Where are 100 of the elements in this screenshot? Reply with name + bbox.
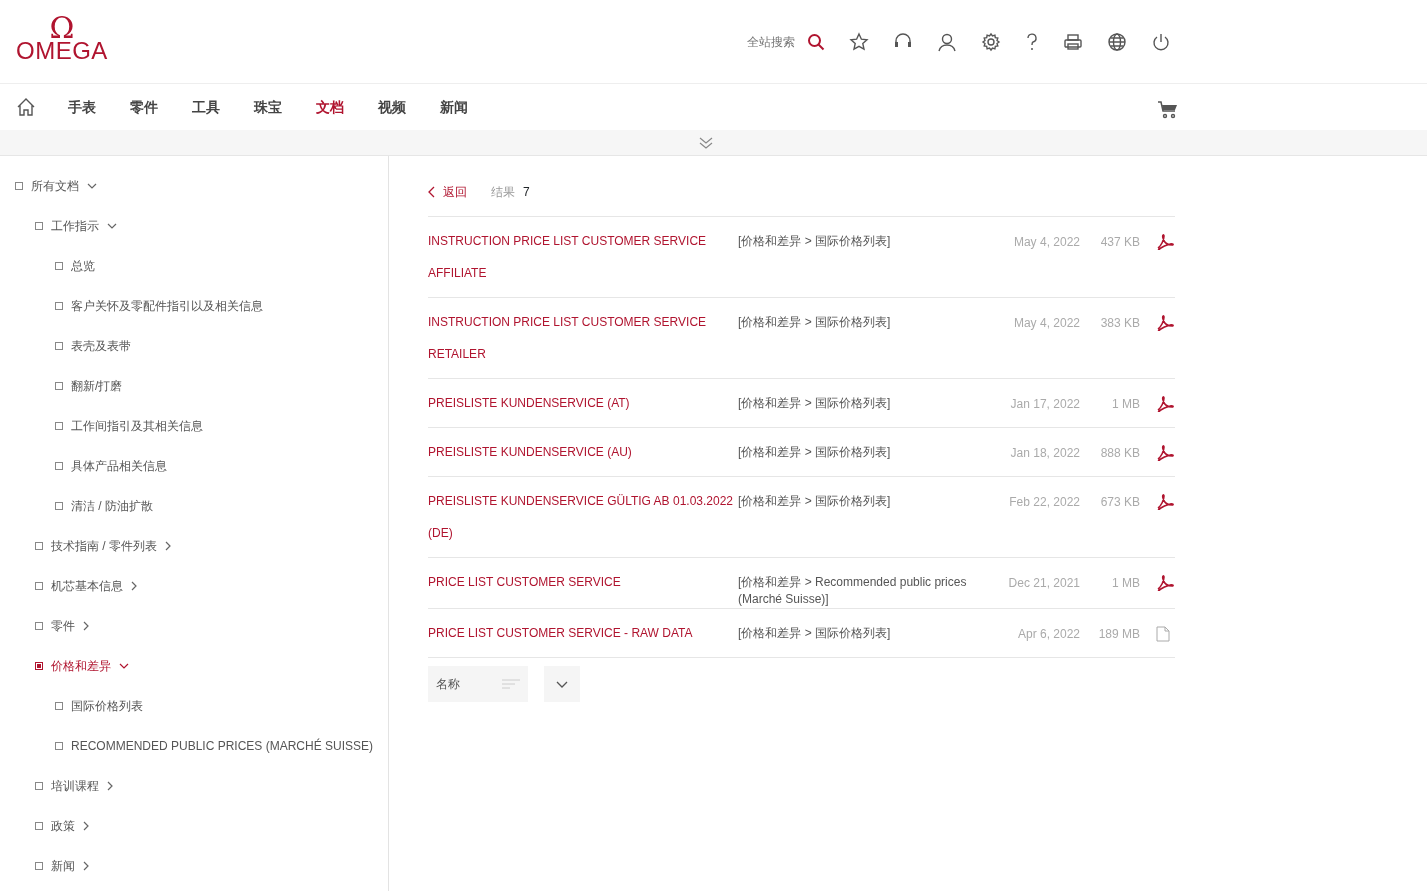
power-icon[interactable] — [1151, 31, 1171, 52]
document-link[interactable]: PREISLISTE KUNDENSERVICE GÜLTIG AB 01.03.2022 (DE) — [428, 485, 738, 549]
nav-tab[interactable]: 零件 — [130, 96, 158, 118]
cart-icon[interactable] — [1157, 100, 1179, 120]
document-size: 673 KB — [1099, 494, 1140, 511]
tree-item[interactable]: RECOMMENDED PUBLIC PRICES (MARCHÉ SUISSE) — [71, 737, 374, 755]
document-size: 1 MB — [1111, 575, 1140, 592]
chevron-right-icon[interactable] — [83, 821, 89, 831]
checkbox[interactable] — [15, 182, 23, 190]
checkbox[interactable] — [55, 342, 63, 350]
chevron-right-icon[interactable] — [131, 581, 137, 591]
help-icon[interactable] — [1025, 31, 1039, 52]
results-count: 7 — [523, 184, 530, 201]
document-size: 1 MB — [1111, 396, 1140, 413]
document-link[interactable]: INSTRUCTION PRICE LIST CUSTOMER SERVICE RETAILER — [428, 306, 738, 370]
chevron-down-icon[interactable] — [107, 223, 117, 229]
home-icon[interactable] — [16, 97, 36, 117]
globe-icon[interactable] — [1107, 31, 1127, 52]
back-link[interactable]: 返回 — [428, 183, 467, 201]
nav-tab[interactable]: 视频 — [378, 96, 406, 118]
checkbox[interactable] — [55, 302, 63, 310]
tree-item[interactable]: 技术指南 / 零件列表 — [51, 537, 157, 555]
document-size: 189 MB — [1097, 626, 1140, 643]
user-icon[interactable] — [937, 31, 957, 52]
tree-item[interactable]: 零件 — [51, 617, 75, 635]
settings-icon[interactable] — [981, 31, 1001, 52]
pdf-icon[interactable] — [1156, 314, 1174, 331]
tree-item[interactable]: 国际价格列表 — [71, 697, 143, 715]
tree-item[interactable]: 清洁 / 防油扩散 — [71, 497, 153, 515]
document-date: May 4, 2022 — [1012, 315, 1080, 332]
document-link[interactable]: PRICE LIST CUSTOMER SERVICE - RAW DATA — [428, 617, 738, 649]
tree-item[interactable]: 新闻 — [51, 857, 75, 875]
checkbox[interactable] — [35, 782, 43, 790]
checkbox[interactable] — [35, 542, 43, 550]
chevron-right-icon[interactable] — [165, 541, 171, 551]
document-category: [价格和差异 > Recommended public prices (Marché Suisse)] — [738, 574, 968, 608]
tree-item[interactable]: 表壳及表带 — [71, 337, 131, 355]
document-category: [价格和差异 > 国际价格列表] — [738, 625, 892, 642]
nav-tab[interactable]: 手表 — [68, 96, 96, 118]
checkbox[interactable] — [55, 382, 63, 390]
checkbox[interactable] — [55, 462, 63, 470]
tree-item[interactable]: 客户关怀及零配件指引以及相关信息 — [71, 297, 263, 315]
document-date: Feb 22, 2022 — [1008, 494, 1080, 511]
checkbox[interactable] — [55, 502, 63, 510]
chevron-down-icon[interactable] — [87, 183, 97, 189]
chevron-right-icon[interactable] — [83, 621, 89, 631]
star-icon[interactable] — [849, 31, 869, 52]
chevron-right-icon[interactable] — [107, 781, 113, 791]
document-date: Dec 21, 2021 — [1007, 575, 1080, 592]
checkbox[interactable] — [55, 262, 63, 270]
tree-item[interactable]: 所有文档 — [31, 177, 79, 195]
pdf-icon[interactable] — [1156, 444, 1174, 461]
tree-item[interactable]: 总览 — [71, 257, 95, 275]
tree-item[interactable]: 具体产品相关信息 — [71, 457, 167, 475]
back-chevron-icon — [428, 186, 435, 198]
tree-item[interactable]: 工作指示 — [51, 217, 99, 235]
double-chevron-icon[interactable] — [698, 136, 713, 149]
document-link[interactable]: PREISLISTE KUNDENSERVICE (AT) — [428, 387, 738, 419]
pdf-icon[interactable] — [1156, 574, 1174, 591]
checkbox[interactable] — [35, 622, 43, 630]
document-category: [价格和差异 > 国际价格列表] — [738, 314, 892, 331]
pdf-icon[interactable] — [1156, 493, 1174, 510]
checkbox[interactable] — [35, 822, 43, 830]
document-date: Jan 18, 2022 — [1009, 445, 1080, 462]
nav-tab[interactable]: 新闻 — [440, 96, 468, 118]
checkbox[interactable] — [35, 582, 43, 590]
document-category: [价格和差异 > 国际价格列表] — [738, 395, 892, 412]
checkbox[interactable] — [35, 222, 43, 230]
document-category: [价格和差异 > 国际价格列表] — [738, 493, 892, 510]
document-link[interactable]: INSTRUCTION PRICE LIST CUSTOMER SERVICE AFFILIATE — [428, 225, 738, 289]
checkbox[interactable] — [55, 422, 63, 430]
tree-item[interactable]: 价格和差异 — [51, 657, 111, 675]
pdf-icon[interactable] — [1156, 233, 1174, 250]
tree-item[interactable]: 工作间指引及其相关信息 — [71, 417, 203, 435]
logo-symbol: Ω — [49, 16, 75, 39]
checkbox[interactable] — [35, 862, 43, 870]
tree-item[interactable]: 机芯基本信息 — [51, 577, 123, 595]
printer-icon[interactable] — [1063, 31, 1083, 52]
document-size: 383 KB — [1099, 315, 1140, 332]
sort-field[interactable]: 名称 — [428, 666, 528, 702]
document-link[interactable]: PREISLISTE KUNDENSERVICE (AU) — [428, 436, 738, 468]
chevron-down-icon — [556, 680, 568, 688]
pdf-icon[interactable] — [1156, 395, 1174, 412]
checkbox[interactable] — [55, 742, 63, 750]
tree-item[interactable]: 培训课程 — [51, 777, 99, 795]
logo-wordmark: OMEGA — [16, 38, 108, 63]
chevron-right-icon[interactable] — [83, 861, 89, 871]
checkbox[interactable] — [55, 702, 63, 710]
document-size: 437 KB — [1099, 234, 1140, 251]
tree-item[interactable]: 政策 — [51, 817, 75, 835]
tree-item[interactable]: 翻新/打磨 — [71, 377, 123, 395]
results-label: 结果 — [491, 184, 515, 201]
document-link[interactable]: PRICE LIST CUSTOMER SERVICE — [428, 566, 738, 598]
search-icon[interactable] — [807, 32, 825, 51]
document-date: May 4, 2022 — [1012, 234, 1080, 251]
checkbox[interactable] — [35, 662, 43, 670]
nav-tab[interactable]: 珠宝 — [254, 96, 282, 118]
nav-tab[interactable]: 工具 — [192, 96, 220, 118]
nav-tab[interactable]: 文档 — [316, 96, 344, 118]
chevron-down-icon[interactable] — [119, 663, 129, 669]
